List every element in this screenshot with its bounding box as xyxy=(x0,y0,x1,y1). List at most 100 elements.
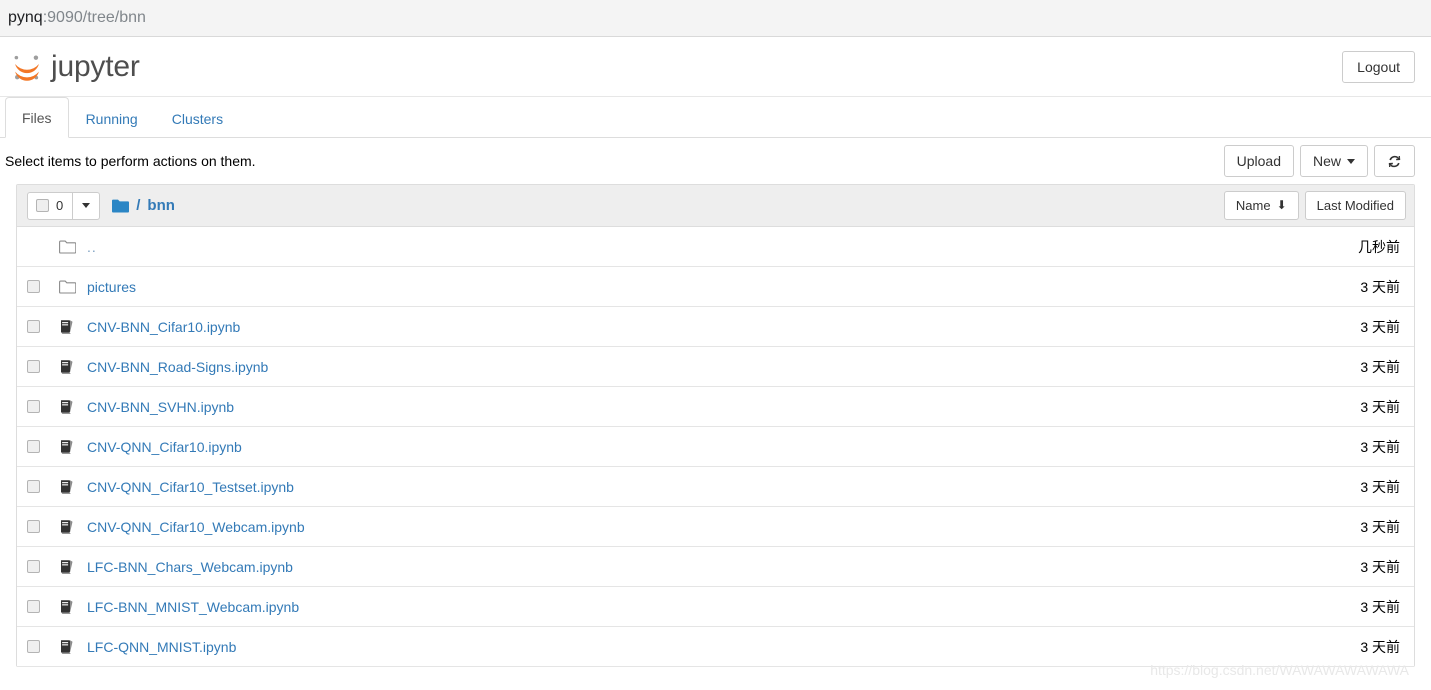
item-name-link[interactable]: LFC-BNN_Chars_Webcam.ipynb xyxy=(87,559,293,575)
table-row[interactable]: CNV-QNN_Cifar10_Testset.ipynb 3 天前 xyxy=(17,467,1414,507)
address-host: pynq xyxy=(8,9,43,26)
refresh-icon xyxy=(1388,155,1401,167)
folder-icon xyxy=(59,280,76,294)
row-checkbox[interactable] xyxy=(27,440,40,453)
row-checkbox-cell xyxy=(27,600,59,613)
new-button[interactable]: New xyxy=(1299,145,1368,177)
row-modified-time: 3 天前 xyxy=(1360,278,1400,295)
row-icon-cell xyxy=(59,399,87,415)
selection-control: 0 xyxy=(27,191,101,220)
row-modified-time: 3 天前 xyxy=(1360,358,1400,375)
file-list-panel: 0 / bnn Name ⬇ Last Modified .. 几秒前 pictur… xyxy=(16,184,1415,667)
item-name-link[interactable]: CNV-BNN_Cifar10.ipynb xyxy=(87,319,240,335)
file-list-rows: .. 几秒前 pictures 3 天前 CNV-BNN_Cifar10.ipynb 3 … xyxy=(17,227,1414,667)
sort-by-name-button[interactable]: Name ⬇ xyxy=(1223,191,1299,220)
notebook-icon xyxy=(61,319,73,334)
tab-clusters[interactable]: Clusters xyxy=(155,98,240,138)
item-name-link[interactable]: LFC-QNN_MNIST.ipynb xyxy=(87,639,236,655)
item-name-link[interactable]: LFC-BNN_MNIST_Webcam.ipynb xyxy=(87,599,299,615)
notebook-icon xyxy=(61,399,73,414)
row-icon-cell xyxy=(59,240,87,254)
item-name-link[interactable]: CNV-QNN_Cifar10_Webcam.ipynb xyxy=(87,519,305,535)
row-modified-time: 3 天前 xyxy=(1360,558,1400,575)
row-checkbox[interactable] xyxy=(27,400,40,413)
table-row[interactable]: .. 几秒前 xyxy=(17,227,1414,267)
notebook-icon xyxy=(61,479,73,494)
logout-button[interactable]: Logout xyxy=(1342,51,1415,83)
row-icon-cell xyxy=(59,639,87,655)
upload-button[interactable]: Upload xyxy=(1223,145,1294,177)
table-row[interactable]: LFC-BNN_MNIST_Webcam.ipynb 3 天前 xyxy=(17,587,1414,627)
item-name-link[interactable]: CNV-BNN_Road-Signs.ipynb xyxy=(87,359,268,375)
tab-bar: Files Running Clusters xyxy=(0,97,1431,138)
row-checkbox[interactable] xyxy=(27,360,40,373)
notebook-icon xyxy=(61,519,73,534)
row-checkbox[interactable] xyxy=(27,280,40,293)
new-label: New xyxy=(1312,153,1341,169)
sort-by-modified-button[interactable]: Last Modified xyxy=(1304,191,1406,220)
sort-buttons: Name ⬇ Last Modified xyxy=(1223,191,1406,220)
jupyter-logo[interactable]: jupyter xyxy=(10,50,140,84)
row-modified-time: 3 天前 xyxy=(1360,398,1400,415)
table-row[interactable]: CNV-BNN_Road-Signs.ipynb 3 天前 xyxy=(17,347,1414,387)
item-name-link[interactable]: CNV-QNN_Cifar10_Testset.ipynb xyxy=(87,479,294,495)
row-icon-cell xyxy=(59,559,87,575)
item-name-link[interactable]: CNV-BNN_SVHN.ipynb xyxy=(87,399,234,415)
row-checkbox-cell xyxy=(27,320,59,333)
table-row[interactable]: CNV-QNN_Cifar10_Webcam.ipynb 3 天前 xyxy=(17,507,1414,547)
address-path: :9090/tree/bnn xyxy=(42,9,146,26)
notebook-icon xyxy=(61,599,73,614)
row-checkbox-cell xyxy=(27,520,59,533)
browser-address-bar[interactable]: pynq:9090/tree/bnn xyxy=(0,0,1431,37)
row-modified-time: 几秒前 xyxy=(1358,238,1400,255)
row-checkbox[interactable] xyxy=(27,560,40,573)
row-checkbox-cell xyxy=(27,440,59,453)
action-row: Select items to perform actions on them.… xyxy=(0,138,1431,184)
selected-count: 0 xyxy=(56,198,64,213)
row-modified-time: 3 天前 xyxy=(1360,478,1400,495)
row-modified-time: 3 天前 xyxy=(1360,318,1400,335)
row-checkbox[interactable] xyxy=(27,320,40,333)
notebook-icon xyxy=(61,439,73,454)
row-modified-time: 3 天前 xyxy=(1360,518,1400,535)
row-checkbox[interactable] xyxy=(27,640,40,653)
row-icon-cell xyxy=(59,599,87,615)
item-name-link[interactable]: .. xyxy=(87,239,97,255)
selection-hint: Select items to perform actions on them. xyxy=(5,153,256,169)
notebook-icon xyxy=(61,359,73,374)
row-modified-time: 3 天前 xyxy=(1360,598,1400,615)
tab-running[interactable]: Running xyxy=(69,98,155,138)
item-name-link[interactable]: CNV-QNN_Cifar10.ipynb xyxy=(87,439,242,455)
folder-icon[interactable] xyxy=(112,199,130,213)
table-row[interactable]: CNV-BNN_SVHN.ipynb 3 天前 xyxy=(17,387,1414,427)
selection-dropdown-button[interactable] xyxy=(73,193,99,219)
arrow-down-icon: ⬇ xyxy=(1276,198,1287,212)
select-all-checkbox[interactable] xyxy=(36,199,49,212)
row-icon-cell xyxy=(59,280,87,294)
item-name-link[interactable]: pictures xyxy=(87,279,136,295)
table-row[interactable]: LFC-QNN_MNIST.ipynb 3 天前 xyxy=(17,627,1414,667)
row-icon-cell xyxy=(59,519,87,535)
breadcrumb-separator: / xyxy=(136,197,141,214)
row-checkbox-cell xyxy=(27,480,59,493)
row-checkbox[interactable] xyxy=(27,480,40,493)
row-icon-cell xyxy=(59,359,87,375)
refresh-button[interactable] xyxy=(1374,145,1415,177)
tab-files[interactable]: Files xyxy=(5,97,69,138)
table-row[interactable]: pictures 3 天前 xyxy=(17,267,1414,307)
row-modified-time: 3 天前 xyxy=(1360,638,1400,655)
table-row[interactable]: LFC-BNN_Chars_Webcam.ipynb 3 天前 xyxy=(17,547,1414,587)
row-checkbox-cell xyxy=(27,640,59,653)
table-row[interactable]: CNV-QNN_Cifar10.ipynb 3 天前 xyxy=(17,427,1414,467)
row-checkbox-cell xyxy=(27,400,59,413)
row-checkbox[interactable] xyxy=(27,600,40,613)
breadcrumb-current[interactable]: bnn xyxy=(147,197,175,214)
table-row[interactable]: CNV-BNN_Cifar10.ipynb 3 天前 xyxy=(17,307,1414,347)
select-all-group: 0 xyxy=(28,192,74,219)
file-list-header: 0 / bnn Name ⬇ Last Modified xyxy=(17,185,1414,227)
row-checkbox-cell xyxy=(27,360,59,373)
notebook-icon xyxy=(61,559,73,574)
row-checkbox[interactable] xyxy=(27,520,40,533)
app-header: jupyter Logout xyxy=(0,37,1431,97)
row-modified-time: 3 天前 xyxy=(1360,438,1400,455)
